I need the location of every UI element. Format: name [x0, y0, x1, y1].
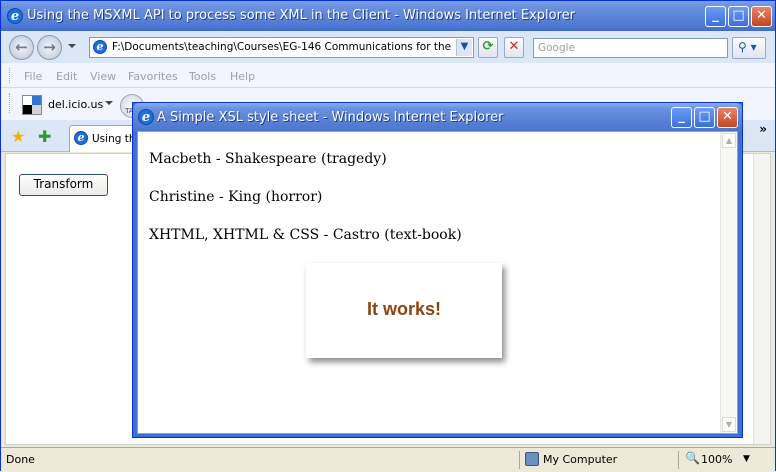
book-item: Macbeth - Shakespeare (tragedy)	[149, 151, 387, 167]
ie-logo-icon: e	[7, 8, 23, 24]
book-item: Christine - King (horror)	[149, 189, 323, 205]
popup-window-title: A Simple XSL style sheet - Windows Inter…	[157, 110, 504, 125]
main-window-title: Using the MSXML API to process some XML …	[27, 8, 576, 23]
more-tools-chevron-icon[interactable]: »	[759, 122, 767, 136]
address-input[interactable]: F:\Documents\teaching\Courses\EG-146 Com…	[112, 41, 452, 53]
menu-view[interactable]: View	[90, 70, 116, 83]
popup-maximize-button[interactable]: □	[694, 107, 715, 128]
delicious-icon[interactable]	[22, 95, 42, 115]
add-favorite-icon[interactable]: ✚	[38, 127, 51, 146]
it-works-message: It works!	[366, 299, 441, 319]
security-zone[interactable]: My Computer	[543, 453, 617, 466]
refresh-icon[interactable]: ⟳	[478, 37, 498, 58]
minimize-button[interactable]: _	[705, 6, 726, 27]
main-scrollbar[interactable]	[753, 154, 770, 444]
search-button[interactable]: ⚲ ▾	[732, 37, 766, 59]
search-input[interactable]: Google	[533, 38, 728, 58]
main-window-controls: _ □ ✕	[705, 6, 772, 27]
computer-icon	[525, 452, 539, 466]
toolbar-grip[interactable]	[9, 68, 12, 83]
zoom-level[interactable]: 100%	[701, 453, 732, 466]
status-text: Done	[6, 453, 35, 466]
menu-file[interactable]: File	[24, 70, 42, 83]
status-bar: Done My Computer 🔍 100% ▼	[1, 447, 775, 472]
popup-minimize-button[interactable]: _	[671, 107, 692, 128]
tab-ie-icon: e	[74, 131, 88, 145]
recent-pages-dropdown[interactable]	[68, 44, 76, 48]
close-button[interactable]: ✕	[751, 6, 772, 27]
menu-favorites[interactable]: Favorites	[128, 70, 178, 83]
address-bar[interactable]: e F:\Documents\teaching\Courses\EG-146 C…	[89, 37, 474, 58]
status-separator	[678, 451, 679, 469]
zoom-dropdown-icon[interactable]: ▼	[743, 454, 750, 464]
menu-edit[interactable]: Edit	[56, 70, 77, 83]
ie-logo-icon: e	[138, 109, 154, 125]
forward-arrow-icon[interactable]: →	[37, 35, 62, 60]
page-icon: e	[93, 40, 107, 54]
search-placeholder: Google	[538, 42, 576, 54]
popup-close-button[interactable]: ✕	[717, 107, 738, 128]
scroll-down-icon[interactable]: ▼	[722, 417, 736, 432]
main-titlebar[interactable]: e Using the MSXML API to process some XM…	[1, 1, 775, 31]
popup-browser-window: e A Simple XSL style sheet - Windows Int…	[132, 102, 743, 438]
delicious-label[interactable]: del.icio.us	[48, 98, 103, 111]
maximize-button[interactable]: □	[728, 6, 749, 27]
search-icon: ⚲	[738, 40, 747, 54]
star-icon[interactable]: ★	[11, 127, 25, 146]
zoom-icon[interactable]: 🔍	[685, 451, 700, 465]
back-arrow-icon[interactable]: ←	[9, 35, 34, 60]
popup-scrollbar[interactable]: ▲ ▼	[720, 132, 737, 433]
popup-window-controls: _ □ ✕	[671, 107, 738, 128]
menu-bar: File Edit View Favorites Tools Help	[1, 63, 775, 88]
toolbar-grip[interactable]	[9, 93, 12, 113]
navigation-bar: ← → e F:\Documents\teaching\Courses\EG-1…	[1, 31, 775, 63]
popup-page-content: Macbeth - Shakespeare (tragedy) Christin…	[137, 131, 738, 434]
menu-help[interactable]: Help	[230, 70, 255, 83]
popup-titlebar[interactable]: e A Simple XSL style sheet - Windows Int…	[133, 103, 742, 131]
scroll-up-icon[interactable]: ▲	[722, 133, 736, 148]
status-separator	[519, 451, 520, 469]
menu-tools[interactable]: Tools	[189, 70, 216, 83]
stop-icon[interactable]: ✕	[504, 37, 524, 58]
message-box: It works!	[306, 263, 502, 358]
transform-button[interactable]: Transform	[19, 174, 108, 196]
book-item: XHTML, XHTML & CSS - Castro (text-book)	[149, 227, 462, 243]
address-dropdown-icon[interactable]: ▼	[456, 39, 472, 56]
delicious-dropdown[interactable]	[105, 101, 113, 105]
